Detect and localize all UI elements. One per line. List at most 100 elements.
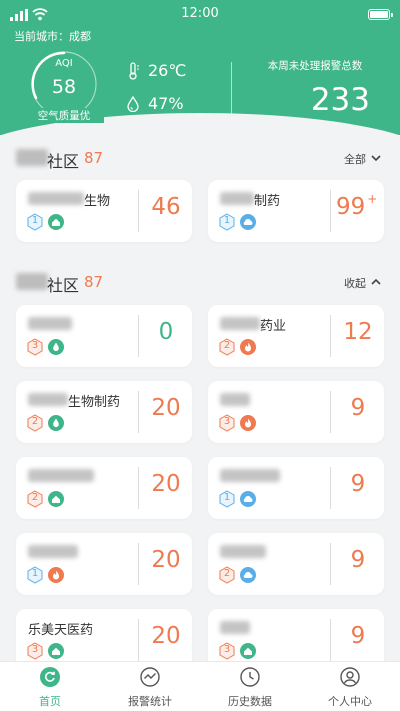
chevron-up-icon[interactable] <box>370 276 382 288</box>
fire-icon <box>239 338 257 356</box>
home-refresh-icon <box>40 667 60 687</box>
card-divider <box>138 190 139 232</box>
blurred-company-name <box>220 317 260 330</box>
alarm-count-value: 0 <box>158 319 174 345</box>
community-name: 社区 <box>47 276 80 295</box>
company-card[interactable]: 制药 1 99 + <box>208 180 384 242</box>
alarm-level-badge: 1 <box>218 490 236 508</box>
company-card[interactable]: 19 <box>208 457 384 519</box>
alarm-count: 20 <box>140 471 192 497</box>
alarm-level-badge: 3 <box>218 642 236 660</box>
company-name: 生物制药 <box>68 395 121 410</box>
air-quality-text: 空气质量优 <box>24 108 104 123</box>
card-divider <box>330 315 331 357</box>
alarm-count-value: 46 <box>151 194 181 220</box>
alarm-count: 20 <box>140 623 192 649</box>
alarm-level-badge: 3 <box>26 338 44 356</box>
status-time: 12:00 <box>181 6 219 21</box>
alarm-count-value: 20 <box>151 395 181 421</box>
blurred-company-name <box>28 317 72 330</box>
alarm-count: 20 <box>140 547 192 573</box>
aqi-value: 58 <box>51 76 77 98</box>
humidity-icon <box>127 96 139 112</box>
alarm-level-number: 2 <box>31 492 39 503</box>
community-count: 87 <box>84 273 104 291</box>
card-divider <box>138 391 139 433</box>
company-card[interactable]: 39 <box>208 381 384 443</box>
company-card[interactable]: 生物制药 2 20 <box>16 381 192 443</box>
temperature-value: 26℃ <box>148 61 187 80</box>
user-icon <box>340 667 360 687</box>
alarm-count: 0 <box>140 319 192 345</box>
weekly-alarm-total[interactable]: 233 <box>240 82 388 118</box>
company-name: 药业 <box>260 319 287 334</box>
company-card[interactable]: 30 <box>16 305 192 367</box>
alarm-level-badge: 2 <box>218 566 236 584</box>
cloud-icon <box>239 213 257 231</box>
weekly-alarm-label: 本周未处理报警总数 <box>267 60 363 72</box>
header: 12:00 当前城市：成都 AQI 58 空气质量优 26℃ 47% 本周未处理… <box>0 0 400 135</box>
nav-alarm-stats-label: 报警统计 <box>128 695 172 708</box>
alarm-count-value: 99 <box>336 194 366 220</box>
company-card[interactable]: 药业 2 12 <box>208 305 384 367</box>
alarm-level-badge: 1 <box>218 213 236 231</box>
alarm-level-number: 1 <box>223 215 231 226</box>
nav-profile[interactable]: 个人中心 <box>300 662 400 711</box>
blurred-company-name <box>28 545 78 558</box>
alarm-level-badge: 1 <box>26 213 44 231</box>
community-name: 社区 <box>47 152 80 171</box>
header-divider <box>231 62 232 118</box>
blurred-company-name <box>220 469 280 482</box>
alarm-level-number: 1 <box>223 492 231 503</box>
fire-icon <box>239 414 257 432</box>
drop-icon <box>47 414 65 432</box>
blurred-company-name <box>28 192 84 205</box>
community-section-header[interactable]: 社区 87 全部 <box>0 143 400 173</box>
company-card[interactable]: 29 <box>208 533 384 595</box>
alarm-count: 9 <box>332 623 384 649</box>
alarm-count-value: 12 <box>343 319 373 345</box>
community-count: 87 <box>84 149 104 167</box>
aqi-label: AQI <box>55 58 73 69</box>
blurred-company-name <box>28 469 94 482</box>
card-divider <box>330 619 331 661</box>
alarm-level-badge: 3 <box>218 414 236 432</box>
alarm-count-value: 20 <box>151 471 181 497</box>
show-all-button[interactable]: 全部 <box>344 151 366 167</box>
alarm-level-number: 3 <box>223 416 231 427</box>
alarm-count-value: 9 <box>350 471 366 497</box>
blurred-company-name <box>220 192 254 205</box>
company-name: 制药 <box>254 194 281 209</box>
chevron-down-icon[interactable] <box>370 152 382 164</box>
cloud-icon <box>239 490 257 508</box>
community-section-header[interactable]: 社区 87 收起 <box>0 267 400 297</box>
blurred-company-name <box>28 393 68 406</box>
thermometer-icon <box>129 62 139 80</box>
alarm-level-number: 2 <box>31 416 39 427</box>
collapse-button[interactable]: 收起 <box>344 275 366 291</box>
home-icon <box>47 642 65 660</box>
company-card[interactable]: 2 20 <box>16 457 192 519</box>
nav-history[interactable]: 历史数据 <box>200 662 300 711</box>
nav-history-label: 历史数据 <box>228 695 272 708</box>
company-card[interactable]: 1 20 <box>16 533 192 595</box>
nav-home[interactable]: 首页 <box>0 662 100 711</box>
alarm-level-badge: 2 <box>26 414 44 432</box>
nav-profile-label: 个人中心 <box>328 695 372 708</box>
home-icon <box>47 213 65 231</box>
fire-icon <box>47 566 65 584</box>
card-divider <box>138 543 139 585</box>
alarm-count-value: 9 <box>350 623 366 649</box>
blurred-company-name <box>220 393 250 406</box>
status-bar: 12:00 <box>0 0 400 28</box>
company-card[interactable]: 生物 1 46 <box>16 180 192 242</box>
alarm-count: 46 <box>140 194 192 220</box>
alarm-level-number: 2 <box>223 340 231 351</box>
humidity-value: 47% <box>148 94 184 113</box>
blurred-company-name <box>220 621 250 634</box>
card-divider <box>138 467 139 509</box>
nav-home-label: 首页 <box>39 695 61 708</box>
alarm-count: 9 <box>332 547 384 573</box>
current-city[interactable]: 当前城市：成都 <box>14 28 91 44</box>
nav-alarm-stats[interactable]: 报警统计 <box>100 662 200 711</box>
